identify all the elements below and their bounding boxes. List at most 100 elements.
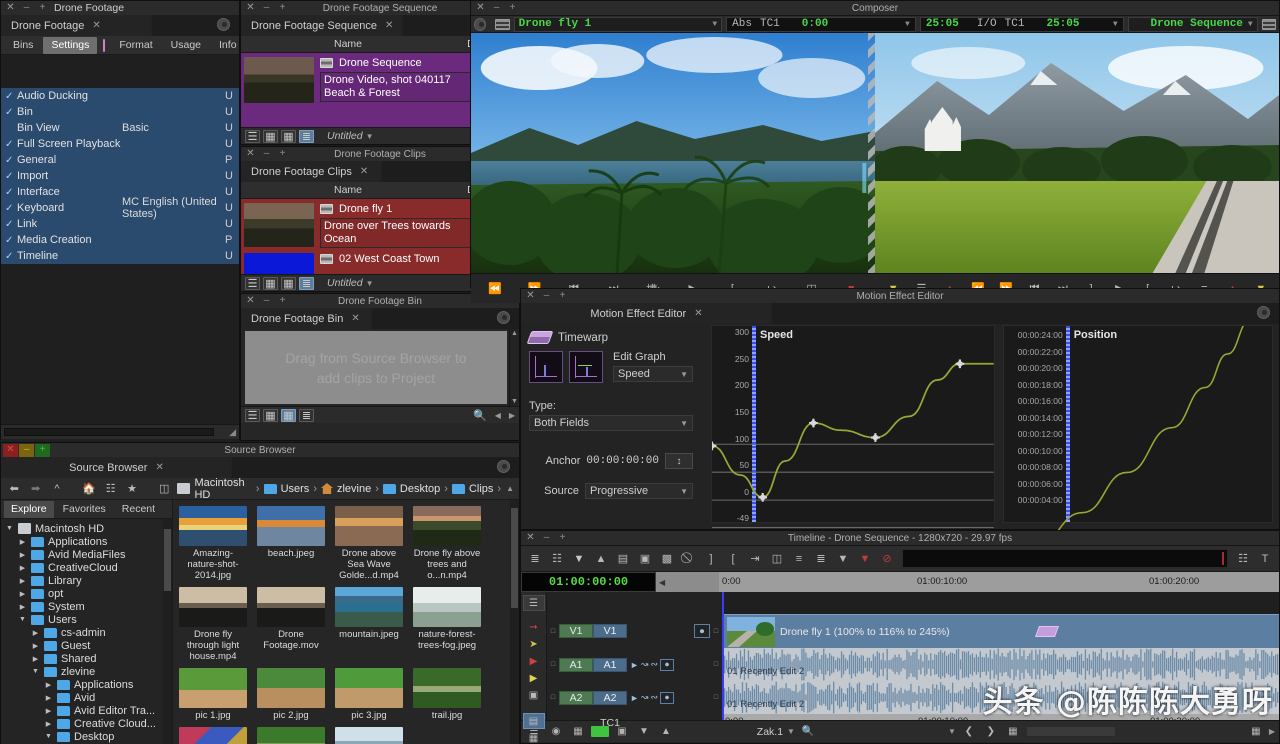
audio-clip-a2[interactable]: 01 Recently Edit 2: [724, 681, 1279, 714]
timeline-focus-icon[interactable]: ▤: [523, 713, 545, 729]
timeline-view-preset[interactable]: Zak.1: [757, 726, 783, 738]
gear-icon[interactable]: [497, 460, 510, 473]
close-icon[interactable]: ✕: [385, 20, 393, 31]
source-monitor[interactable]: [471, 33, 875, 273]
tab-drone-footage-clips[interactable]: Drone Footage Clips ✕: [241, 161, 381, 182]
segment-mode-icon[interactable]: ☷: [547, 549, 567, 568]
minimize-icon[interactable]: –: [259, 147, 274, 161]
source-browser-file-grid[interactable]: Amazing-nature-shot-2014.jpgbeach.jpegDr…: [173, 500, 519, 744]
timeline-ruler[interactable]: 0:00 01:00:10:00 01:00:20:00: [719, 572, 1279, 592]
view-mode-script-icon[interactable]: ≣: [299, 277, 314, 290]
chevron-down-icon[interactable]: ▼: [787, 727, 795, 736]
maximize-icon[interactable]: +: [505, 1, 520, 15]
timeline-playhead[interactable]: [722, 592, 724, 720]
tab-explore[interactable]: Explore: [4, 501, 54, 518]
position-graph[interactable]: 00:00:24:0000:00:22:0000:00:20:0000:00:1…: [1003, 325, 1273, 523]
scroll-up-icon[interactable]: ▲: [510, 330, 519, 337]
view-mode-script-icon[interactable]: ≣: [299, 130, 314, 143]
timeline-window-icon[interactable]: ▦: [523, 730, 545, 744]
track-list-icon[interactable]: ▦: [1004, 724, 1022, 739]
view-mode-text-icon[interactable]: ☰: [245, 277, 260, 290]
smart-tool-link-icon[interactable]: ▣: [523, 687, 545, 703]
chevron-down-icon[interactable]: ▼: [44, 733, 53, 740]
search-icon[interactable]: 🔍: [799, 724, 817, 739]
track-record-v1[interactable]: V1: [593, 624, 627, 638]
close-icon[interactable]: ✕: [243, 1, 258, 15]
chevron-right-icon[interactable]: ▶: [44, 720, 53, 728]
chevron-down-icon[interactable]: ▼: [31, 668, 40, 675]
motion-fx-window-buttons[interactable]: ✕ – +: [521, 289, 570, 303]
audio-pan-a1-icon[interactable]: ↝: [641, 659, 649, 670]
close-icon[interactable]: ✕: [3, 444, 18, 457]
timecode-display-left[interactable]: Abs TC1 0:00 ▼: [726, 17, 916, 32]
file-item[interactable]: Drone above Sea Wave Golde...d.mp4: [335, 506, 403, 581]
empty-bin-dropzone[interactable]: Drag from Source Browser to add clips to…: [245, 331, 507, 404]
audio-waveform-a2-icon[interactable]: ∾: [650, 692, 658, 703]
lift-overwrite-icon[interactable]: ▼: [569, 549, 589, 568]
track-enable-v1-icon[interactable]: □: [547, 628, 559, 635]
resize-grip-icon[interactable]: ◢: [229, 427, 236, 438]
horizontal-scrollbar[interactable]: [4, 428, 214, 436]
file-item[interactable]: Amazing-nature-shot-2014.jpg: [179, 506, 247, 581]
tree-item[interactable]: ▶Guest: [1, 639, 172, 652]
minimize-icon[interactable]: –: [259, 294, 274, 308]
file-item[interactable]: trail.jpg: [413, 668, 481, 721]
track-source-a1[interactable]: A1: [559, 658, 593, 672]
extract-splice-icon[interactable]: ▲: [591, 549, 611, 568]
mark-in-icon[interactable]: [: [723, 549, 743, 568]
smart-tool-trim-icon[interactable]: ▶: [523, 653, 545, 669]
chevron-right-icon[interactable]: ▶: [44, 707, 53, 715]
minimize-icon[interactable]: –: [539, 531, 554, 545]
settings-row[interactable]: ✓TimelineU: [1, 248, 239, 264]
tree-item[interactable]: ▼Users: [1, 613, 172, 626]
timeline-scale-bar[interactable]: [1026, 726, 1116, 737]
close-icon[interactable]: ✕: [523, 289, 538, 303]
settings-row[interactable]: Bin ViewBasicU: [1, 120, 239, 136]
file-item[interactable]: nature-forest-trees-fog.jpeg: [413, 587, 481, 662]
view-mode-frame-icon[interactable]: ▦: [263, 409, 278, 422]
anchor-set-icon[interactable]: ↕: [665, 453, 693, 469]
chevron-right-icon[interactable]: ▶: [31, 629, 40, 637]
column-name[interactable]: Name: [241, 38, 455, 50]
file-item[interactable]: [335, 727, 403, 744]
track-source-v1[interactable]: V1: [559, 624, 593, 638]
view-mode-script-icon[interactable]: ≣: [299, 409, 314, 422]
mark-clip-icon[interactable]: ⇥: [745, 549, 765, 568]
chevron-right-icon[interactable]: ▶: [44, 681, 53, 689]
breadcrumb[interactable]: Macintosh HD›Users›zlevine›Desktop›Clips…: [177, 477, 501, 501]
chevron-right-icon[interactable]: ▶: [18, 538, 27, 546]
breadcrumb-item[interactable]: Macintosh HD: [194, 477, 251, 501]
smart-tool-ripple-icon[interactable]: ▶: [523, 670, 545, 686]
settings-row[interactable]: ✓BinU: [1, 104, 239, 120]
source-select[interactable]: Progressive ▼: [585, 483, 693, 499]
timeline-fit-icon[interactable]: ▦: [1247, 724, 1265, 739]
effect-off-icon[interactable]: ⊘: [877, 549, 897, 568]
chevron-right-icon[interactable]: ▶: [18, 603, 27, 611]
view-mode-frame-icon[interactable]: ▦: [263, 277, 278, 290]
file-item[interactable]: pic 3.jpg: [335, 668, 403, 721]
gear-icon[interactable]: [1257, 306, 1270, 319]
back-icon[interactable]: ⬅: [6, 481, 22, 497]
step-in-icon[interactable]: ▩: [657, 549, 677, 568]
search-icon[interactable]: 🔍: [473, 409, 487, 422]
maximize-icon[interactable]: +: [35, 1, 50, 15]
bin-view-preset[interactable]: Untitled: [327, 130, 363, 142]
tree-item[interactable]: ▼Macintosh HD: [1, 522, 172, 535]
chevron-down-icon[interactable]: ▼: [18, 616, 27, 623]
scrollbar-thumb[interactable]: [164, 529, 171, 591]
tree-item[interactable]: ▶CreativeCloud: [1, 561, 172, 574]
forward-icon[interactable]: ➡: [27, 481, 43, 497]
chevron-down-icon[interactable]: ▼: [680, 487, 688, 496]
track-lock-a2-icon[interactable]: □: [710, 694, 722, 701]
file-item[interactable]: [257, 727, 325, 744]
home-icon[interactable]: 🏠: [81, 481, 97, 497]
audio-waveform-a1-icon[interactable]: ∾: [650, 659, 658, 670]
tab-drone-footage[interactable]: Drone Footage ✕: [1, 15, 151, 36]
chevron-right-icon[interactable]: ▶: [31, 655, 40, 663]
tab-drone-footage-bin[interactable]: Drone Footage Bin ✕: [241, 308, 371, 329]
file-item[interactable]: pic 1.jpg: [179, 668, 247, 721]
scroll-up-icon[interactable]: ▲: [506, 484, 514, 493]
speed-graph[interactable]: 300250200150100500-49 Speed: [711, 325, 995, 523]
tab-drone-footage-sequence[interactable]: Drone Footage Sequence ✕: [241, 15, 402, 36]
tree-item[interactable]: ▶Avid: [1, 691, 172, 704]
